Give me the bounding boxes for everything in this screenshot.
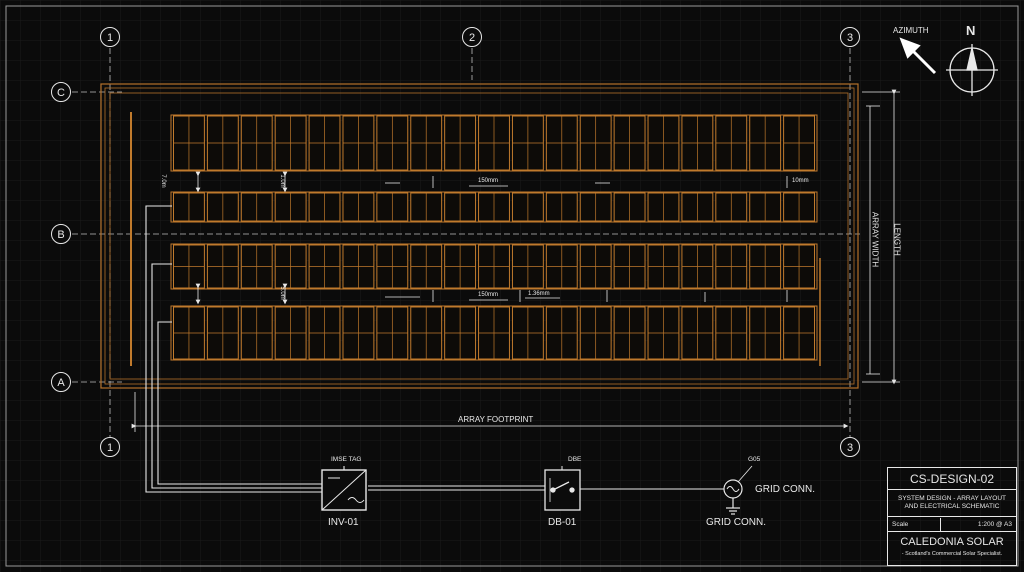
grid-bubble-3-bottom: 3 [840, 437, 860, 457]
north-label: N [966, 23, 976, 38]
grid-bubble-1-top: 1 [100, 27, 120, 47]
grid-conn-label-right: GRID CONN. [755, 484, 815, 495]
grid-bubble-2-top: 2 [462, 27, 482, 47]
inverter-symbol[interactable] [321, 469, 367, 511]
distribution-board-symbol[interactable] [544, 469, 581, 511]
scale-label: Scale [892, 521, 909, 528]
inverter-tag: IMSE TAG [331, 456, 362, 463]
company-tagline: - Scotland's Commercial Solar Specialist… [901, 551, 1003, 557]
db-tag: DBE [568, 456, 582, 463]
inverter-label: INV-01 [328, 517, 359, 528]
spacing-label-center-bottom: 150mm [478, 292, 499, 298]
db-label: DB-01 [548, 517, 577, 528]
azimuth-label: AZIMUTH [893, 26, 929, 35]
scale-row: Scale 1:200 @ A3 [888, 518, 1016, 532]
grid-bubble-b: B [51, 224, 71, 244]
grid-bubble-3-top: 3 [840, 27, 860, 47]
length-label: LENGTH [892, 223, 902, 256]
grid-tag: G05 [748, 456, 761, 463]
drawing-description: SYSTEM DESIGN - ARRAY LAYOUT AND ELECTRI… [888, 491, 1016, 517]
spacing-label-right-bottom: 1.36mm [528, 291, 550, 297]
spacing-label-right-top: 10mm [792, 178, 809, 184]
drawing-canvas [0, 0, 1024, 572]
array-footprint-label: ARRAY FOOTPRINT [458, 415, 534, 424]
spacing-label-left-inner-bottom: 5.0m [279, 286, 285, 300]
grid-bubble-c: C [51, 82, 71, 102]
company-name: CALEDONIA SOLAR [900, 536, 1004, 548]
grid-bubble-a: A [51, 372, 71, 392]
drawing-number: CS-DESIGN-02 [888, 468, 1016, 490]
grid-conn-label-below: GRID CONN. [706, 517, 766, 528]
title-block: CS-DESIGN-02 SYSTEM DESIGN - ARRAY LAYOU… [887, 467, 1017, 566]
grid-bubble-1-bottom: 1 [100, 437, 120, 457]
scale-value: 1:200 @ A3 [977, 521, 1012, 528]
spacing-label-left-outer: 7.0m [160, 174, 166, 188]
spacing-label-center-top: 150mm [478, 178, 499, 184]
spacing-label-left-inner-top: 1.0m [279, 174, 285, 188]
array-width-label: ARRAY WIDTH [870, 211, 880, 268]
